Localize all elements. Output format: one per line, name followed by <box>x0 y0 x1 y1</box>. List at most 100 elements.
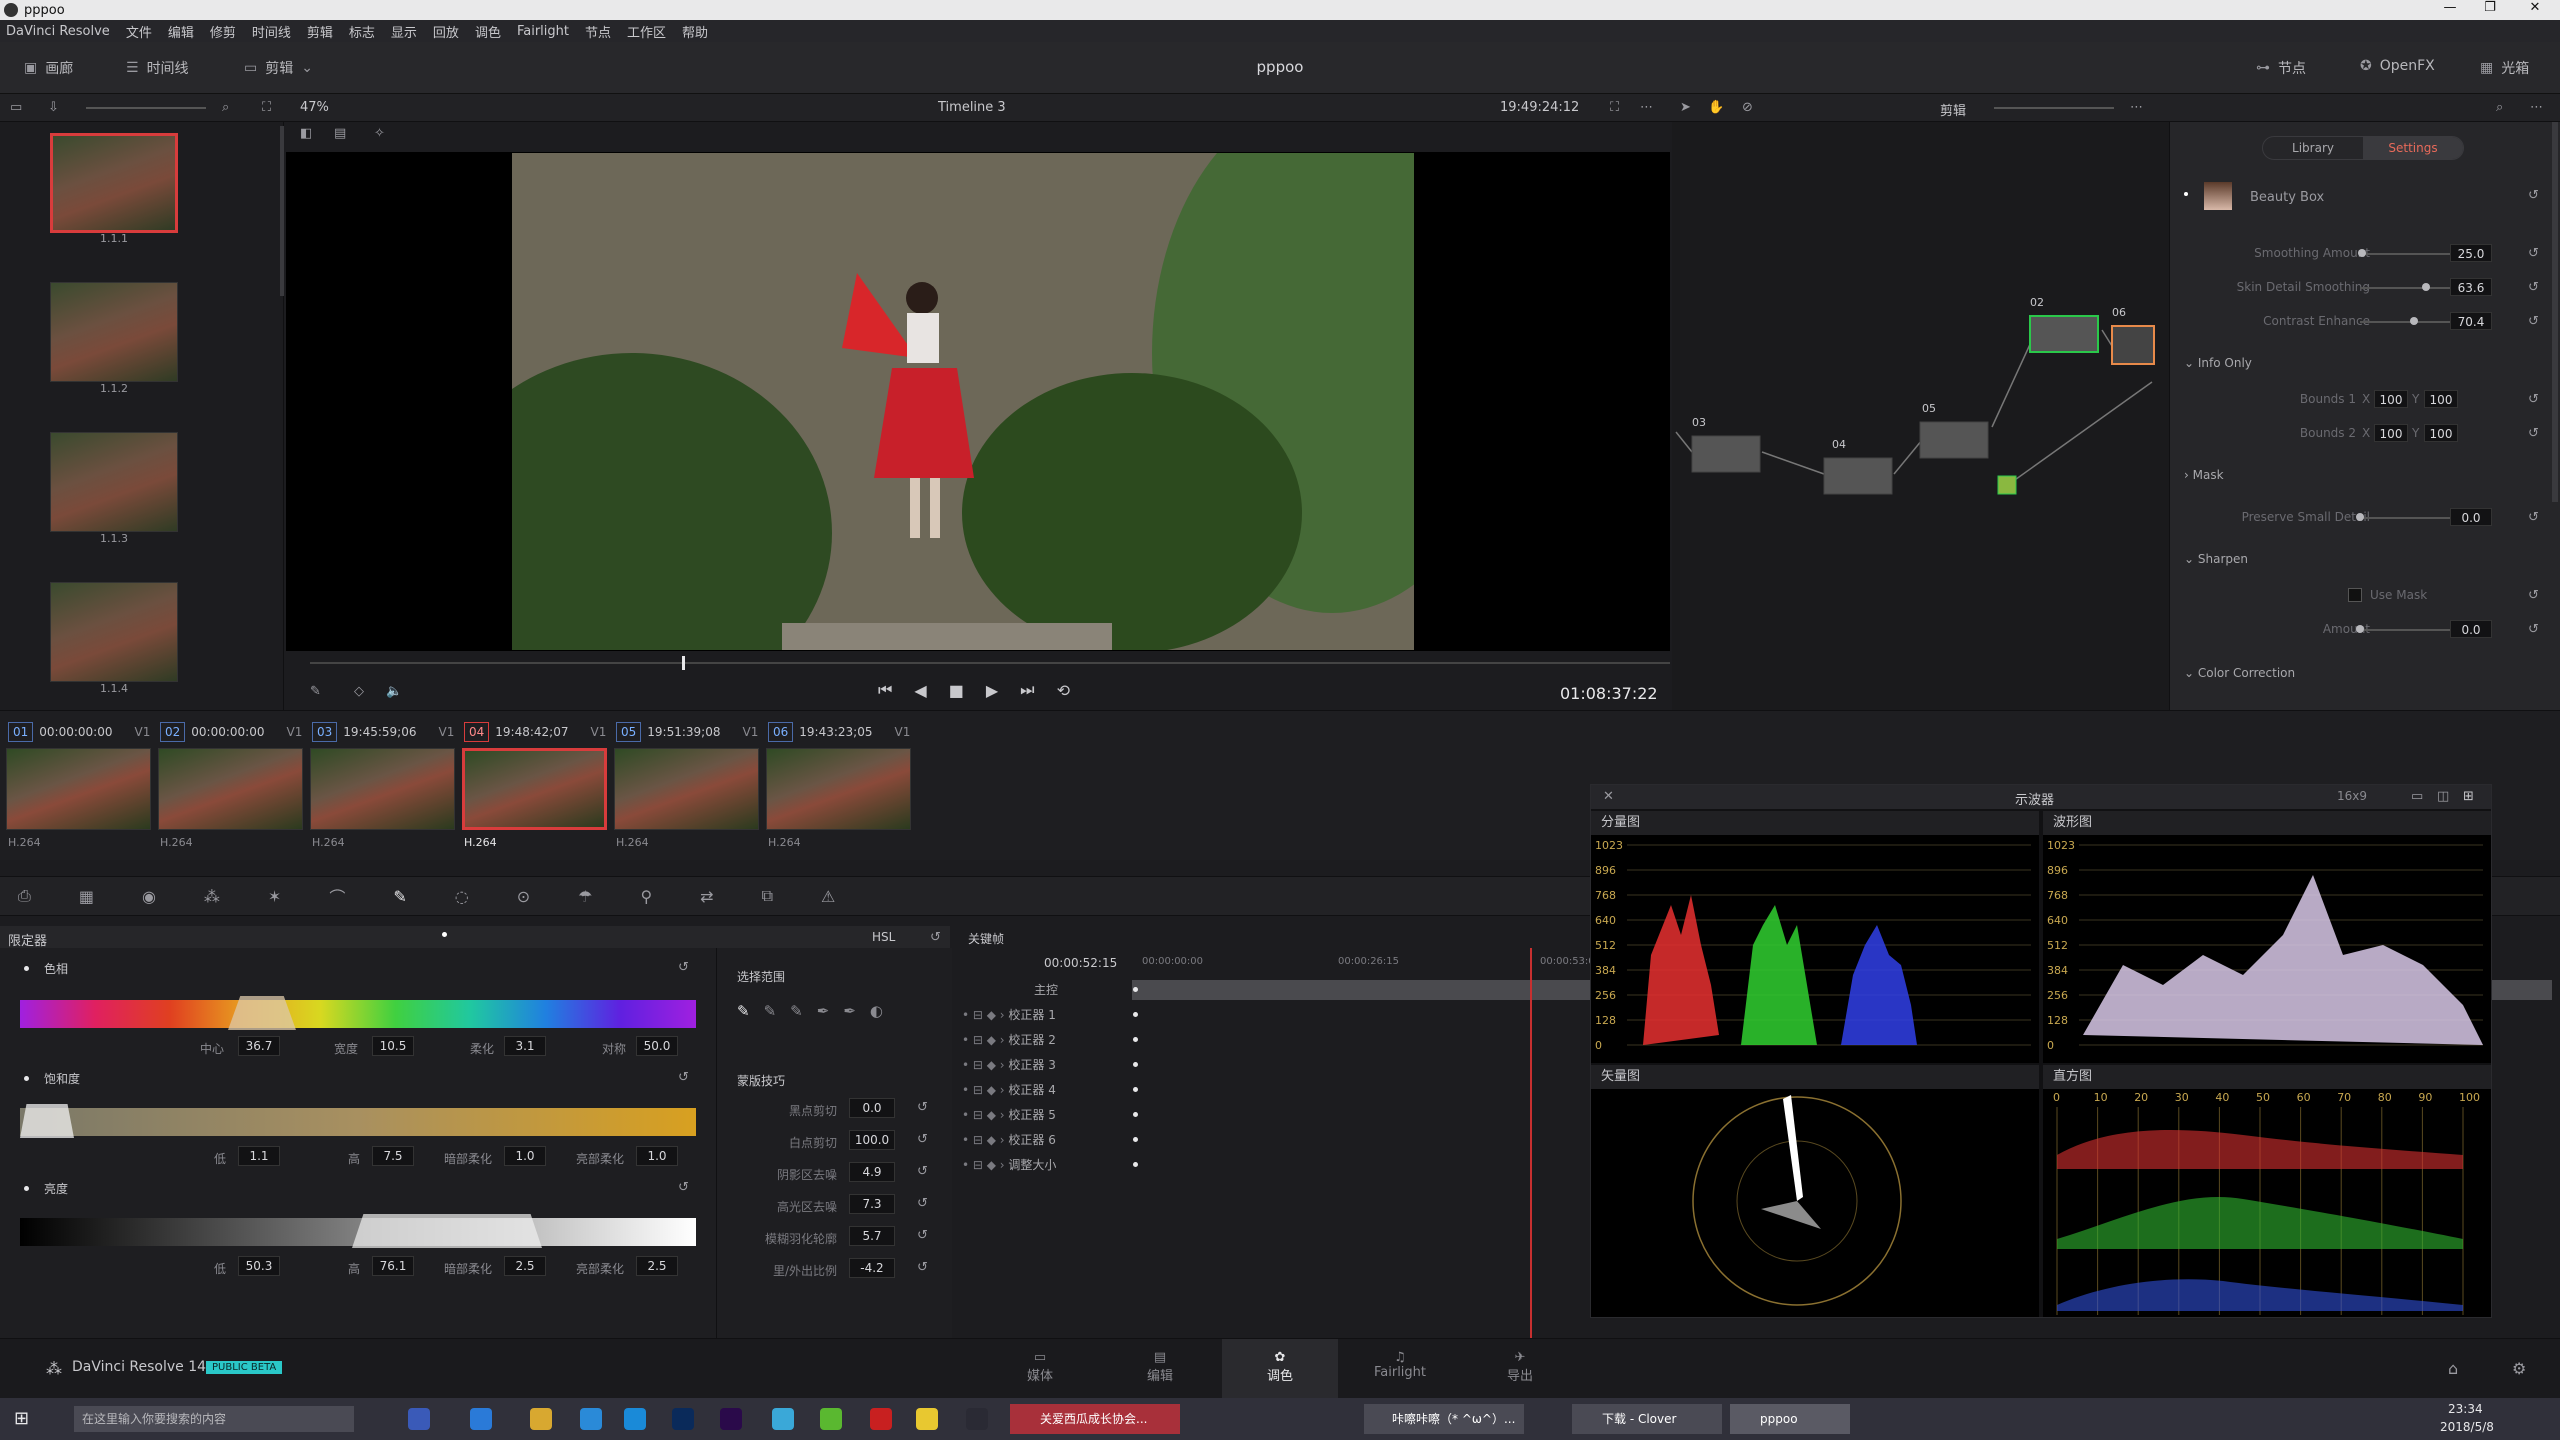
luminance-range-handle[interactable] <box>352 1214 542 1248</box>
matte-row-value[interactable]: 7.3 <box>849 1194 895 1214</box>
first-frame-icon[interactable]: ⏮ <box>878 680 892 700</box>
contrast-value[interactable]: 70.4 <box>2450 312 2492 330</box>
gallery-scrollbar[interactable] <box>280 126 284 296</box>
nav-fairlight[interactable]: ♫ Fairlight <box>1350 1350 1450 1380</box>
camera-raw-icon[interactable]: ⎙ <box>18 886 31 906</box>
file-explorer-icon[interactable] <box>530 1408 552 1430</box>
menu-mark[interactable]: 标志 <box>349 22 375 41</box>
reset-icon[interactable]: ↺ <box>2528 426 2539 441</box>
minimize-button[interactable]: — <box>2430 0 2470 15</box>
reset-icon[interactable]: ↺ <box>2528 280 2539 295</box>
bounds2-y-value[interactable]: 100 <box>2424 424 2458 442</box>
reset-icon[interactable]: ↺ <box>2528 510 2539 525</box>
keyframe-dot[interactable] <box>1133 987 1138 992</box>
reset-icon[interactable]: ↺ <box>2528 588 2539 603</box>
menu-clip[interactable]: 剪辑 <box>307 22 333 41</box>
tab-library[interactable]: Library <box>2263 141 2363 155</box>
nav-media[interactable]: ▭ 媒体 <box>990 1350 1090 1384</box>
taskbar-task[interactable]: 下载 - Clover <box>1572 1404 1722 1434</box>
close-scopes-icon[interactable]: ✕ <box>1603 789 1614 804</box>
keyframe-dot[interactable] <box>1133 1037 1138 1042</box>
zoom-select[interactable]: 47% <box>300 100 329 115</box>
taskbar-task[interactable]: 咔嚓咔嚓（* ^ω^）... <box>1364 1404 1524 1434</box>
timeline-select[interactable]: Timeline 3 <box>938 100 1006 115</box>
after-effects-icon[interactable] <box>720 1408 742 1430</box>
close-window-button[interactable]: ✕ <box>2510 0 2560 15</box>
feather-minus-icon[interactable]: ✒ <box>817 1002 830 1020</box>
task-view-icon[interactable] <box>408 1408 430 1430</box>
menu-davinci[interactable]: DaVinci Resolve <box>6 24 110 39</box>
wipe-icon[interactable]: ▤ <box>334 126 346 141</box>
keyframe-dot[interactable] <box>1133 1112 1138 1117</box>
app-icon[interactable] <box>772 1408 794 1430</box>
nodes-button[interactable]: ⊶ 节点 <box>2256 58 2306 78</box>
keyframe-dot[interactable] <box>1133 1137 1138 1142</box>
thumb-size-slider[interactable] <box>86 107 206 109</box>
menu-nodes[interactable]: 节点 <box>585 22 611 41</box>
menu-edit[interactable]: 编辑 <box>168 22 194 41</box>
grab-still-icon[interactable]: ⇩ <box>48 100 59 115</box>
expand-icon[interactable]: ⛶ <box>1610 100 1619 115</box>
curves-icon[interactable]: ⌒ <box>329 884 345 908</box>
feather-plus-icon[interactable]: ✒ <box>843 1002 856 1020</box>
preserve-knob[interactable] <box>2356 513 2364 521</box>
skin-value[interactable]: 63.6 <box>2450 278 2492 296</box>
home-icon[interactable]: ⌂ <box>2448 1359 2458 1378</box>
gallery-button[interactable]: ▣ 画廊 <box>24 58 73 78</box>
soft-value[interactable]: 3.1 <box>504 1036 546 1056</box>
keyframe-row[interactable]: • ⊟ ◆ › 校正器 4 <box>962 1078 1130 1102</box>
gallery-still[interactable] <box>50 432 178 532</box>
dual-view-icon[interactable]: ◫ <box>2437 789 2449 804</box>
scopes-layout-select[interactable]: 16x9 <box>2337 789 2367 803</box>
keyframe-row[interactable]: • ⊟ ◆ › 校正器 3 <box>962 1053 1130 1077</box>
last-frame-icon[interactable]: ⏭ <box>1020 680 1034 700</box>
reset-icon[interactable]: ↺ <box>917 1132 928 1147</box>
magic-icon[interactable]: ✧ <box>374 126 385 141</box>
lum-high-value[interactable]: 76.1 <box>372 1256 414 1276</box>
keyframe-dot[interactable] <box>1133 1162 1138 1167</box>
enabled-dot[interactable] <box>2184 192 2188 196</box>
playhead[interactable] <box>682 656 685 670</box>
lum-lsoft-value[interactable]: 2.5 <box>504 1256 546 1276</box>
mask-section[interactable]: › Mask <box>2184 468 2224 482</box>
keyframe-row[interactable]: • ⊟ ◆ › 调整大小 <box>962 1153 1130 1177</box>
qualifier-mode-select[interactable]: HSL <box>872 930 895 944</box>
loop-icon[interactable]: ⟲ <box>1057 681 1070 700</box>
menu-trim[interactable]: 修剪 <box>210 22 236 41</box>
waveform-label[interactable]: 波形图 <box>2053 815 2092 830</box>
menu-color[interactable]: 调色 <box>475 22 501 41</box>
keyframe-dot[interactable] <box>1133 1062 1138 1067</box>
matte-row-value[interactable]: 100.0 <box>849 1130 895 1150</box>
motion-effects-icon[interactable]: ✶ <box>268 887 281 906</box>
sat-hsoft-value[interactable]: 1.0 <box>636 1146 678 1166</box>
node-mode-select[interactable]: 剪辑 <box>1940 100 1966 119</box>
window-icon[interactable]: ◌ <box>455 887 469 906</box>
bounds2-x-value[interactable]: 100 <box>2374 424 2408 442</box>
saturation-range-handle[interactable] <box>20 1104 74 1138</box>
hand-icon[interactable]: ✋ <box>1708 100 1724 115</box>
reset-icon[interactable]: ↺ <box>917 1260 928 1275</box>
clock-date[interactable]: 2018/5/8 <box>2440 1420 2494 1434</box>
parade-label[interactable]: 分量图 <box>1601 815 1640 830</box>
highlight-icon[interactable]: ◇ <box>354 684 364 699</box>
timeline-button[interactable]: ☰ 时间线 <box>126 58 189 78</box>
info-only-section[interactable]: ⌄ Info Only <box>2184 356 2252 370</box>
gallery-still[interactable] <box>50 133 178 233</box>
reset-icon[interactable]: ↺ <box>917 1164 928 1179</box>
skin-knob[interactable] <box>2422 283 2430 291</box>
reset-icon[interactable]: ↺ <box>917 1196 928 1211</box>
center-value[interactable]: 36.7 <box>238 1036 280 1056</box>
reset-icon[interactable]: ↺ <box>678 960 689 975</box>
maximize-button[interactable]: ❐ <box>2470 0 2510 15</box>
settings-scrollbar[interactable] <box>2552 122 2558 502</box>
node-editor[interactable]: 02 06 03 04 05 <box>1672 122 2170 710</box>
reset-icon[interactable]: ↺ <box>917 1228 928 1243</box>
menu-help[interactable]: 帮助 <box>682 22 708 41</box>
keyframe-row[interactable]: • ⊟ ◆ › 校正器 2 <box>962 1028 1130 1052</box>
enabled-dot[interactable] <box>24 1186 29 1191</box>
symmetry-value[interactable]: 50.0 <box>636 1036 678 1056</box>
color-wheels-icon[interactable]: ◉ <box>142 887 156 906</box>
davinci-taskbar-icon[interactable] <box>966 1408 988 1430</box>
split-icon[interactable]: ◧ <box>300 126 312 141</box>
bounds1-y-value[interactable]: 100 <box>2424 390 2458 408</box>
